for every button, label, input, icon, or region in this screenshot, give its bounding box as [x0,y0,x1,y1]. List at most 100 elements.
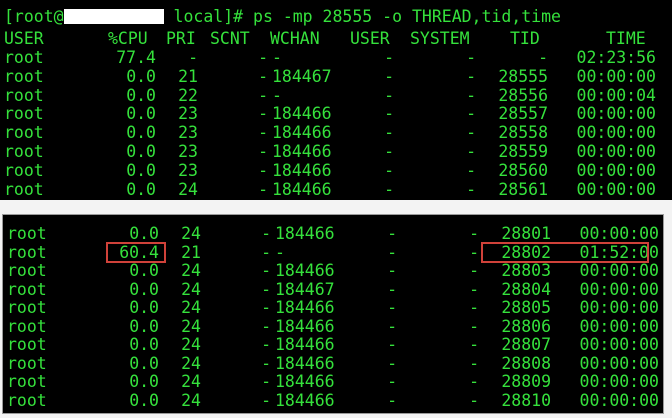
cell-pri: 21 [181,242,201,262]
cell-time: 00:00:00 [576,123,656,143]
cell-tid: 28809 [501,372,551,391]
cell-user2: - [384,123,394,143]
cell-cpu: 0.0 [129,279,159,299]
cell-system: - [469,242,479,262]
cell-cpu: 0.0 [126,104,156,124]
prompt-command: local]# ps -mp 28555 -o THREAD,tid,time [163,7,561,26]
cell-scnt: - [261,353,271,373]
cell-user: root [4,85,44,105]
cell-pri: 23 [178,123,198,143]
cell-system: - [466,85,476,105]
cell-pri: 24 [181,298,201,317]
cell-cpu: 0.0 [129,390,159,410]
cell-user2: - [384,48,394,67]
cell-user: root [7,372,47,391]
cell-pri: 22 [178,85,198,105]
cell-pri: 24 [181,224,201,243]
cell-scnt: - [261,298,271,317]
cell-time: 00:00:00 [579,261,659,280]
cell-user: root [7,298,47,317]
cell-tid: 28558 [498,123,548,143]
cell-pri: 23 [178,104,198,124]
cell-user: root [7,261,47,280]
cell-time: 00:00:04 [576,85,656,105]
cell-tid: 28806 [501,316,551,336]
cell-time: 00:00:00 [576,179,656,199]
cell-system: - [466,160,476,180]
cell-system: - [469,372,479,391]
cell-time: 00:00:00 [579,353,659,373]
cell-scnt: - [261,335,271,354]
cell-user2: - [384,66,394,86]
table-header: USER %CPU PRI SCNT WCHAN USER SYSTEM TID… [0,29,646,49]
cell-time: 00:00:00 [576,66,656,86]
cell-pri: 24 [181,335,201,354]
header-pri: PRI [166,29,196,48]
cell-scnt: - [258,48,268,67]
cell-user2: - [387,390,397,410]
cell-scnt: - [261,390,271,410]
cell-system: - [469,224,479,243]
redacted-hostname [63,9,164,24]
header-system: SYSTEM [410,29,470,48]
cpu-highlight-box [106,242,166,263]
cell-cpu: 0.0 [129,353,159,373]
cell-system: - [469,261,479,280]
cell-scnt: - [258,142,268,161]
prompt-user: [root@ [4,7,64,26]
header-tid: TID [510,29,540,48]
cell-user: root [7,279,47,299]
cell-tid: 28807 [501,335,551,354]
cell-time: 00:00:00 [579,279,659,299]
cell-pri: 24 [181,316,201,336]
cell-user: root [7,390,47,410]
cell-time: 00:00:00 [579,316,659,336]
cell-pri: 24 [181,353,201,373]
cell-user2: - [384,160,394,180]
cell-pri: 24 [181,261,201,280]
cell-pri: 23 [178,142,198,161]
cell-cpu: 0.0 [126,160,156,180]
cell-tid: 28555 [498,66,548,86]
cell-system: - [469,316,479,336]
cell-system: - [466,179,476,199]
cell-scnt: - [261,224,271,243]
cell-user2: - [387,298,397,317]
cell-cpu: 0.0 [126,66,156,86]
cell-tid: 28808 [501,353,551,373]
header-user2: USER [350,29,390,48]
prompt-text: [root@ local]# ps -mp 28555 -o THREAD,ti… [4,7,561,27]
cell-scnt: - [261,316,271,336]
cell-user: root [7,224,47,243]
cell-user2: - [384,85,394,105]
header-cpu: %CPU [108,29,148,48]
cell-pri: 24 [178,179,198,199]
cell-user: root [4,179,44,199]
cell-cpu: 0.0 [129,224,159,243]
cell-system: - [469,298,479,317]
cell-scnt: - [261,261,271,280]
cell-cpu: 0.0 [129,335,159,354]
header-scnt: SCNT [210,29,250,48]
cell-time: 00:00:00 [579,224,659,243]
cell-time: 00:00:00 [576,160,656,180]
cell-user2: - [384,142,394,161]
cell-scnt: - [258,104,268,124]
cell-cpu: 0.0 [126,142,156,161]
cell-tid: 28559 [498,142,548,161]
cell-user: root [7,353,47,373]
cell-scnt: - [258,66,268,86]
cell-system: - [466,104,476,124]
cell-cpu: 0.0 [129,316,159,336]
cell-cpu: 0.0 [126,123,156,143]
header-time: TIME [606,29,646,48]
cell-pri: 24 [181,372,201,391]
cell-user2: - [387,353,397,373]
cell-tid: - [538,48,548,67]
cell-user: root [7,335,47,354]
cell-scnt: - [261,372,271,391]
cell-time: 00:00:00 [579,372,659,391]
cell-pri: 24 [181,279,201,299]
cell-scnt: - [261,279,271,299]
cell-cpu: 0.0 [126,85,156,105]
